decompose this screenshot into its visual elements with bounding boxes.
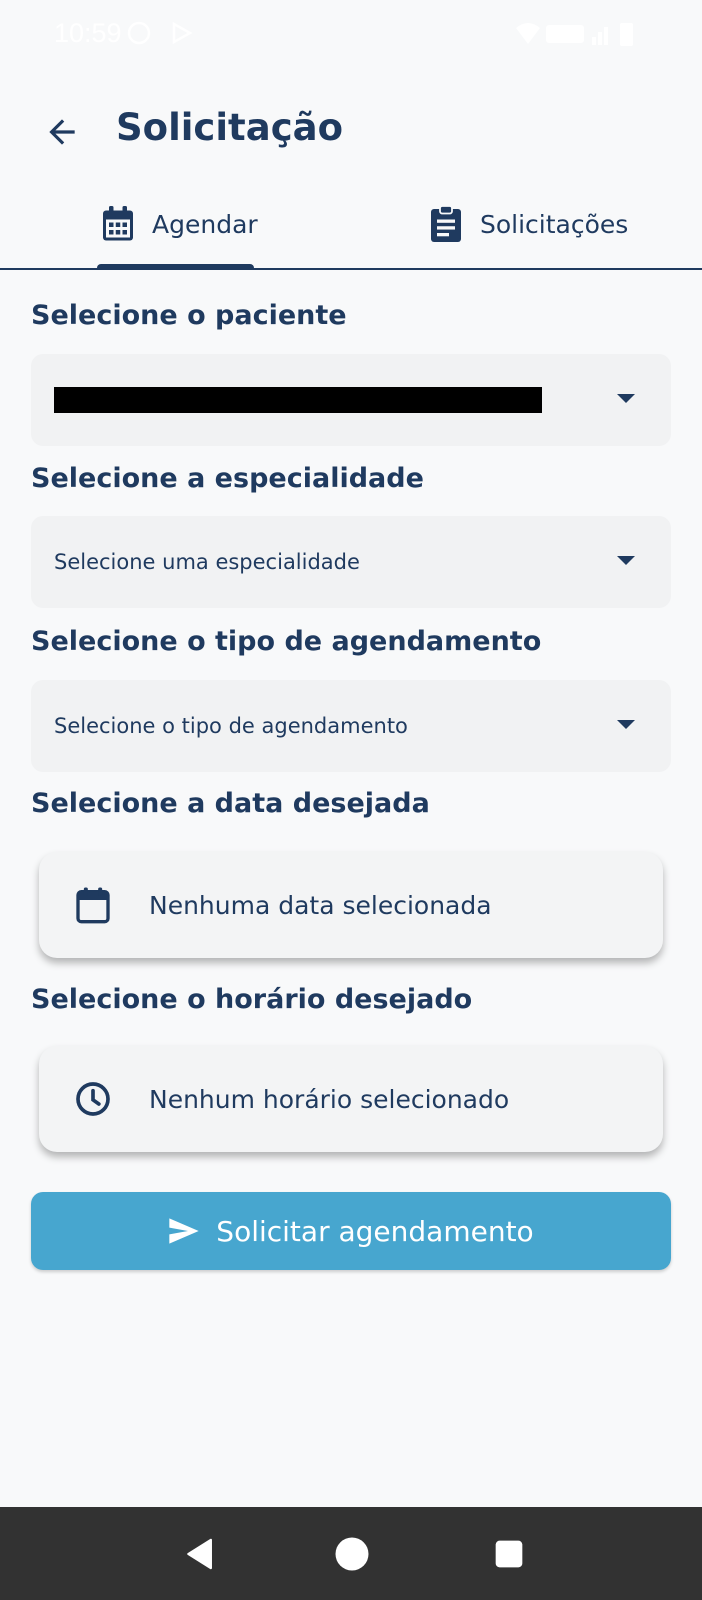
specialty-placeholder: Selecione uma especialidade: [54, 550, 360, 574]
tab-solicitacoes-label: Solicitações: [480, 209, 629, 239]
system-nav-bar: [0, 1507, 702, 1600]
page-title: Solicitação: [116, 106, 344, 149]
specialty-dropdown[interactable]: Selecione uma especialidade: [31, 516, 671, 608]
nav-recents-button[interactable]: [484, 1529, 534, 1579]
redacted-patient-name: [54, 387, 542, 413]
home-circle-icon: [335, 1537, 369, 1571]
arrow-left-icon: [49, 119, 75, 145]
caret-down-icon: [617, 394, 635, 403]
status-icons-right: [514, 20, 638, 52]
system-status-icons: [516, 23, 633, 46]
patient-label: Selecione o paciente: [31, 300, 347, 331]
date-label: Selecione a data desejada: [31, 788, 430, 819]
caret-down-icon: [617, 556, 635, 565]
status-time: 10:59: [54, 18, 122, 48]
tab-agendar-label: Agendar: [152, 209, 258, 239]
tab-solicitacoes[interactable]: Solicitações: [428, 202, 628, 246]
tab-agendar[interactable]: Agendar: [100, 202, 258, 246]
notification-icons: [127, 21, 193, 45]
calendar-icon: [76, 887, 110, 924]
status-icons-left: [126, 20, 198, 50]
send-icon: [169, 1218, 199, 1244]
status-bar: 10:59: [0, 0, 702, 72]
back-triangle-icon: [187, 1538, 212, 1570]
date-value: Nenhuma data selecionada: [149, 890, 492, 920]
recents-square-icon: [495, 1540, 523, 1568]
clock-icon: [76, 1082, 110, 1116]
nav-home-button[interactable]: [327, 1529, 377, 1579]
time-label: Selecione o horário desejado: [31, 984, 473, 1015]
date-picker-button[interactable]: Nenhuma data selecionada: [39, 852, 663, 958]
tab-bar: Agendar Solicitações: [0, 180, 702, 270]
app-bar: Solicitação: [0, 90, 702, 170]
caret-down-icon: [617, 720, 635, 729]
nav-back-button[interactable]: [176, 1529, 226, 1579]
time-value: Nenhum horário selecionado: [149, 1084, 510, 1114]
schedule-type-label: Selecione o tipo de agendamento: [31, 626, 542, 657]
calendar-icon: [103, 206, 133, 241]
submit-appointment-button[interactable]: Solicitar agendamento: [31, 1192, 671, 1270]
schedule-type-dropdown[interactable]: Selecione o tipo de agendamento: [31, 680, 671, 772]
time-picker-button[interactable]: Nenhum horário selecionado: [39, 1046, 663, 1152]
tab-indicator: [97, 264, 254, 270]
schedule-type-placeholder: Selecione o tipo de agendamento: [54, 714, 408, 738]
clipboard-icon: [431, 205, 461, 242]
back-button[interactable]: [38, 108, 86, 156]
submit-label: Solicitar agendamento: [216, 1214, 534, 1248]
patient-dropdown[interactable]: [31, 354, 671, 446]
specialty-label: Selecione a especialidade: [31, 463, 424, 494]
